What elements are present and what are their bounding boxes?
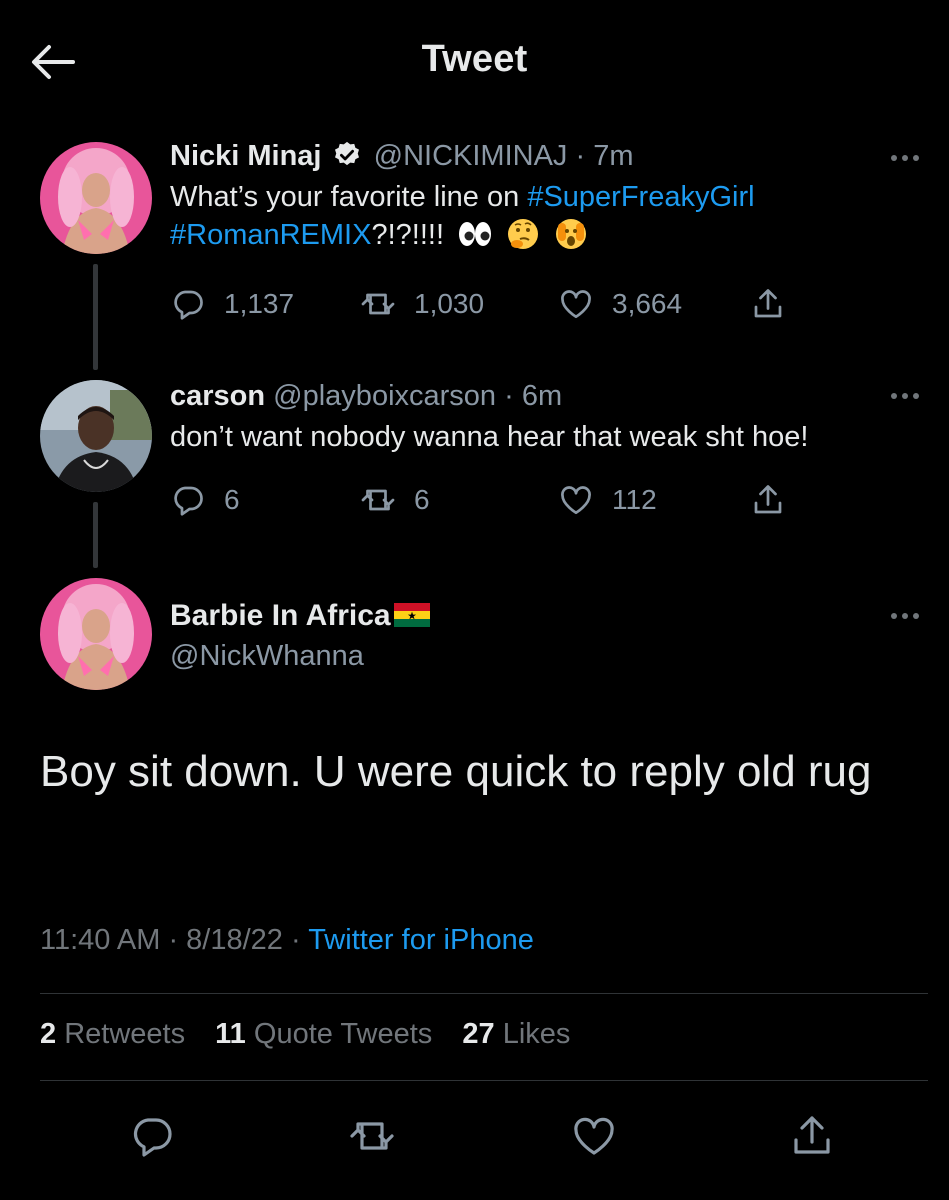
share-icon	[754, 485, 782, 514]
tweet-actions: 1,137 1,030 3,664	[170, 282, 810, 326]
retweets-stat[interactable]: 2 Retweets	[40, 1018, 185, 1050]
tweet-text: What’s your favorite line on #SuperFreak…	[170, 181, 755, 251]
reply-count: 1,137	[224, 288, 295, 319]
main-tweet-text: Boy sit down. U were quick to reply old …	[40, 747, 872, 796]
share-button[interactable]	[750, 478, 804, 522]
ghana-flag-icon	[393, 603, 430, 627]
retweet-count: 1,030	[414, 288, 485, 319]
tweet-date: · 8/18/22 ·	[168, 924, 301, 956]
avatar[interactable]	[40, 578, 152, 690]
reply-icon	[174, 486, 203, 516]
like-count: 112	[612, 484, 657, 515]
author-handle[interactable]: @NICKIMINAJ	[374, 140, 568, 172]
reply-button[interactable]: 1,137	[170, 282, 294, 326]
reply-count: 6	[224, 484, 240, 515]
like-count: 3,664	[612, 288, 683, 319]
like-button[interactable]: 112	[558, 478, 657, 522]
avatar[interactable]	[40, 142, 152, 254]
face-peeking-emoji-icon	[556, 219, 587, 249]
thread-line	[93, 502, 98, 568]
retweet-count: 6	[414, 484, 430, 515]
main-tweet-actions	[0, 1100, 949, 1170]
like-button[interactable]: 3,664	[558, 282, 682, 326]
more-options-button[interactable]	[887, 148, 923, 168]
hashtag-link[interactable]: #RomanREMIX	[170, 219, 371, 251]
share-button[interactable]	[786, 1110, 838, 1162]
like-icon	[574, 1117, 614, 1155]
like-icon	[561, 290, 591, 319]
verified-badge-icon	[334, 141, 359, 166]
thinking-face-emoji-icon	[508, 219, 539, 249]
divider	[40, 993, 928, 994]
author-name[interactable]: Barbie In Africa	[170, 599, 391, 632]
more-icon	[891, 393, 897, 399]
hashtag-link[interactable]: #SuperFreakyGirl	[527, 181, 754, 213]
tweet-time: · 7m	[575, 140, 634, 172]
tweet-actions: 6 6 112	[170, 478, 810, 522]
divider	[40, 1080, 928, 1081]
like-icon	[561, 486, 591, 515]
author-name[interactable]: Nicki Minaj	[170, 140, 322, 172]
author-name[interactable]: carson	[170, 380, 265, 412]
likes-stat[interactable]: 27 Likes	[462, 1018, 570, 1050]
more-icon	[891, 155, 897, 161]
retweet-icon	[361, 489, 395, 511]
engagement-stats: 2 Retweets 11 Quote Tweets 27 Likes	[40, 1018, 592, 1051]
like-button[interactable]	[568, 1110, 620, 1162]
share-button[interactable]	[750, 282, 804, 326]
more-options-button[interactable]	[887, 386, 923, 406]
page-title: Tweet	[421, 38, 528, 80]
tweet-time: 11:40 AM	[40, 924, 161, 956]
top-bar: Tweet	[0, 0, 949, 120]
tweet-meta: 11:40 AM · 8/18/22 · Twitter for iPhone	[40, 924, 534, 957]
retweet-button[interactable]	[346, 1110, 398, 1162]
eyes-emoji-icon	[459, 222, 492, 246]
tweet-time: · 6m	[504, 380, 563, 412]
reply-icon	[133, 1118, 172, 1157]
more-options-button[interactable]	[887, 606, 923, 626]
reply-button[interactable]: 6	[170, 478, 240, 522]
tweet-text: don’t want nobody wanna hear that weak s…	[170, 421, 809, 453]
retweet-icon	[361, 293, 395, 315]
retweet-button[interactable]: 6	[360, 478, 430, 522]
share-icon	[754, 289, 782, 318]
reply-icon	[174, 290, 203, 320]
quote-tweets-stat[interactable]: 11 Quote Tweets	[215, 1018, 432, 1050]
reply-button[interactable]	[126, 1110, 178, 1162]
author-handle[interactable]: @NickWhanna	[170, 638, 909, 674]
share-icon	[794, 1116, 830, 1154]
more-icon	[891, 613, 897, 619]
tweet-source-link[interactable]: Twitter for iPhone	[308, 924, 534, 956]
author-handle[interactable]: @playboixcarson	[273, 380, 496, 412]
retweet-button[interactable]: 1,030	[360, 282, 484, 326]
thread-line	[93, 264, 98, 370]
avatar[interactable]	[40, 380, 152, 492]
retweet-icon	[350, 1122, 394, 1150]
